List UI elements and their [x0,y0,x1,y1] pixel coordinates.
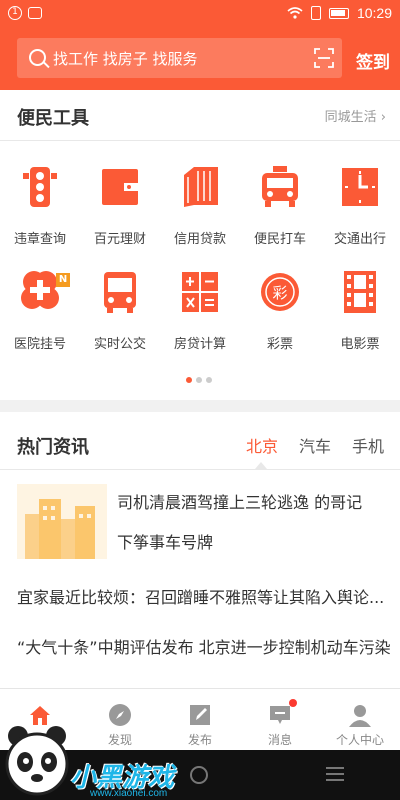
divider [0,140,400,141]
news-item[interactable]: “大气十条”中期评估发布 北京进一步控制机动车污染 [17,632,391,663]
clock-icon [342,168,378,206]
tool-lottery[interactable]: 彩 彩票 [240,270,320,370]
tool-label: 实时公交 [93,337,146,352]
watermark-url: www.xiaohei.com [90,788,168,799]
bus-icon [104,272,136,313]
hospital-cross-icon [21,271,59,309]
new-badge: N [56,273,70,287]
traffic-light-icon [23,167,57,207]
news-tab-mobile[interactable]: 手机 [352,433,384,457]
search-icon [29,49,46,66]
tool-violation-query[interactable]: 违章查询 [0,165,80,265]
tools-title: 便民工具 [17,108,89,129]
scan-icon[interactable] [314,48,334,68]
search-input[interactable]: 找工作 找房子 找服务 [17,38,342,78]
header: 找工作 找房子 找服务 签到 [0,28,400,90]
calculator-icon [182,272,218,312]
unread-dot [289,699,297,707]
battery-icon [328,7,349,19]
page-dot [196,377,202,383]
search-placeholder: 找工作 找房子 找服务 [53,50,198,68]
tool-traffic[interactable]: 交通出行 [320,165,400,265]
tab-label: 个人中心 [335,733,384,747]
user-icon [349,705,371,727]
city-life-link[interactable]: 同城生活 › [325,106,386,125]
tool-bus[interactable]: 实时公交 [80,270,160,370]
page-dot [206,377,212,383]
clock-time: 10:29 [356,5,392,21]
tool-label: 电影票 [340,337,380,352]
tool-label: 彩票 [266,337,293,352]
wallet-icon [102,169,138,205]
tool-credit-loan[interactable]: 信用贷款 [160,165,240,265]
news-section: 热门资讯 北京 汽车 手机 司机清晨酒驾撞上三轮逃逸 的哥记 下筝事车号牌 宜家… [0,412,400,688]
news-title: 热门资讯 [17,437,89,458]
tool-label: 房贷计算 [173,337,226,352]
tool-label: 百元理财 [93,232,146,247]
tool-label: 交通出行 [333,232,386,247]
signin-button[interactable]: 签到 [356,48,390,73]
menu-button-icon[interactable] [326,767,344,781]
tool-label: 医院挂号 [13,337,66,352]
watermark: 小黑游戏 www.xiaohei.com [0,722,200,800]
tool-movie-ticket[interactable]: 电影票 [320,270,400,370]
tool-label: 信用贷款 [173,232,226,247]
news-item-title-line1: 司机清晨酒驾撞上三轮逃逸 的哥记 [117,493,363,512]
film-icon [344,271,376,313]
tool-label: 违章查询 [13,232,66,247]
tab-label: 消息 [267,733,292,747]
page-indicator [186,377,212,383]
lottery-glyph: 彩 [272,284,287,302]
cash-stack-icon [184,167,218,207]
app-notification-icon [28,7,42,19]
tab-profile[interactable]: 个人中心 [320,689,400,751]
tool-taxi[interactable]: 便民打车 [240,165,320,265]
tool-finance[interactable]: 百元理财 [80,165,160,265]
tab-messages[interactable]: 消息 [240,689,320,751]
tool-label: 便民打车 [253,232,306,247]
message-icon [270,706,290,724]
news-item[interactable]: 宜家最近比较烦：召回蹭睡不雅照等让其陷入舆论... [17,582,384,613]
sim-icon [310,6,321,20]
news-thumbnail [17,484,107,559]
tools-section: 便民工具 同城生活 › 违章查询 百元理财 信用贷款 便民打车 交通出行 N 医… [0,90,400,400]
notification-count-icon: 1 [8,6,22,20]
tool-hospital[interactable]: N 医院挂号 [0,270,80,370]
lottery-icon: 彩 [261,273,299,311]
news-tab-auto[interactable]: 汽车 [299,433,331,457]
page-dot-active [186,377,192,383]
status-bar: 1 10:29 [0,0,400,28]
panda-logo-icon [5,726,69,796]
taxi-icon [262,166,298,207]
divider [0,469,400,470]
news-item-title-line2: 下筝事车号牌 [117,533,214,552]
news-tab-beijing[interactable]: 北京 [246,433,278,457]
active-tab-pointer [255,462,267,469]
tool-mortgage-calculator[interactable]: 房贷计算 [160,270,240,370]
wifi-icon [287,7,303,19]
